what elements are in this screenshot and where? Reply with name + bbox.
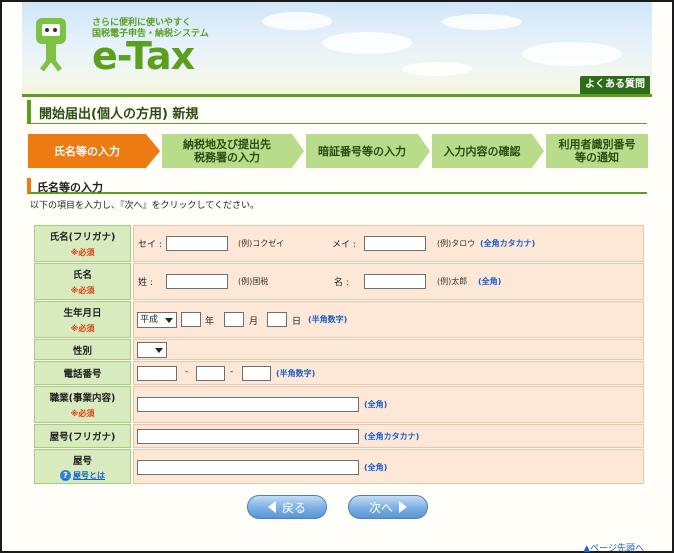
year-unit: 年 — [205, 317, 215, 327]
name-note: (全角) — [478, 277, 502, 286]
step-3: 暗証番号等の入力 — [306, 134, 418, 168]
name-field: 姓 : (例)国税 名 : (例)太郎 (全角) — [133, 263, 644, 300]
arrow-left-icon — [267, 501, 276, 513]
phone-dash: - — [230, 367, 234, 377]
back-button[interactable]: 戻る — [247, 495, 327, 519]
etax-logo-text: e-Tax — [92, 34, 195, 78]
required-mark: ※必須 — [70, 286, 95, 295]
mei-label: 名 : — [334, 278, 349, 288]
mei-kana-label: メイ : — [332, 240, 356, 250]
furigana-field: セイ : (例)コクゼイ メイ : (例)タロウ (全角カタカナ) — [133, 225, 644, 262]
form-row-phone: 電話番号 - - (半角数字) — [34, 361, 644, 385]
furigana-label: 氏名(フリガナ) ※必須 — [34, 225, 131, 262]
form-row-name: 氏名 ※必須 姓 : (例)国税 名 : (例)太郎 (全角) — [34, 263, 644, 300]
form-row-shop-kana: 屋号(フリガナ) (全角カタカナ) — [34, 424, 644, 448]
sei-kana-example: (例)コクゼイ — [238, 239, 285, 248]
phone-number-input[interactable] — [242, 366, 271, 381]
step-arrow — [532, 134, 544, 168]
step-1-active: 氏名等の入力 — [28, 134, 146, 168]
shop-field: (全角) — [133, 449, 644, 484]
cloud-decoration — [442, 14, 522, 30]
chevron-down-icon — [165, 318, 173, 323]
mei-input[interactable] — [364, 274, 426, 289]
required-mark: ※必須 — [70, 409, 95, 418]
birthdate-label: 生年月日 ※必須 — [34, 301, 131, 338]
step-4: 入力内容の確認 — [432, 134, 532, 168]
shop-note: (全角) — [364, 463, 388, 472]
sei-kana-input[interactable] — [166, 236, 228, 251]
mei-kana-input[interactable] — [364, 236, 426, 251]
shop-kana-note: (全角カタカナ) — [364, 432, 420, 441]
instruction-text: 以下の項目を入力し、『次へ』をクリックしてください。 — [30, 201, 259, 211]
occupation-label: 職業(事業内容) ※必須 — [34, 386, 131, 423]
site-header: さらに便利に使いやすく 国税電子申告・納税システム e-Tax よくある質問 — [22, 2, 652, 96]
month-unit: 月 — [249, 317, 259, 327]
birth-month-input[interactable] — [224, 312, 244, 327]
faq-link[interactable]: よくある質問 — [580, 76, 650, 94]
mei-example: (例)太郎 — [437, 277, 468, 286]
birthdate-field: 平成 年 月 日 (半角数字) — [133, 301, 644, 338]
arrow-right-icon — [399, 501, 407, 513]
form-row-gender: 性別 — [34, 339, 644, 360]
required-mark: ※必須 — [70, 324, 95, 333]
required-mark: ※必須 — [70, 248, 95, 257]
sei-kana-label: セイ : — [138, 240, 162, 250]
section-header: 氏名等の入力 — [27, 178, 647, 194]
occupation-field: (全角) — [133, 386, 644, 423]
step-arrow — [418, 134, 430, 168]
phone-note: (半角数字) — [276, 369, 316, 378]
cloud-decoration — [522, 42, 622, 66]
shop-kana-label: 屋号(フリガナ) — [34, 424, 131, 448]
section-title: 氏名等の入力 — [37, 181, 103, 194]
mei-kana-example: (例)タロウ — [437, 239, 476, 248]
birth-day-input[interactable] — [267, 312, 287, 327]
form-row-shop: 屋号 ? 屋号とは (全角) — [34, 449, 644, 484]
phone-area-input[interactable] — [137, 366, 177, 381]
page-title-bar: 開始届出(個人の方用) 新規 — [27, 100, 647, 124]
page-top-link[interactable]: ▲ページ先頭へ — [583, 541, 644, 553]
day-unit: 日 — [292, 317, 302, 327]
gender-select[interactable] — [137, 342, 167, 358]
sei-example: (例)国税 — [238, 277, 269, 286]
header-divider — [22, 94, 652, 97]
next-button[interactable]: 次へ — [348, 495, 428, 519]
shop-kana-field: (全角カタカナ) — [133, 424, 644, 448]
era-select[interactable]: 平成 — [137, 312, 177, 328]
help-icon: ? — [60, 469, 71, 481]
shop-input[interactable] — [137, 460, 359, 475]
progress-steps: 氏名等の入力 納税地及び提出先 税務署の入力 暗証番号等の入力 入力内容の確認 利… — [28, 134, 648, 168]
furigana-note: (全角カタカナ) — [480, 239, 536, 248]
form-row-birthdate: 生年月日 ※必須 平成 年 月 日 (半角数字) — [34, 301, 644, 338]
form-row-occupation: 職業(事業内容) ※必須 (全角) — [34, 386, 644, 423]
occupation-note: (全角) — [364, 400, 388, 409]
cloud-decoration — [262, 12, 332, 30]
page-title: 開始届出(個人の方用) 新規 — [39, 107, 199, 122]
shop-help-link[interactable]: ? 屋号とは — [60, 469, 105, 481]
step-2: 納税地及び提出先 税務署の入力 — [162, 134, 292, 168]
phone-label: 電話番号 — [34, 361, 131, 385]
phone-field: - - (半角数字) — [133, 361, 644, 385]
shop-label: 屋号 ? 屋号とは — [34, 449, 131, 484]
etax-mascot-icon — [36, 18, 66, 72]
sei-label: 姓 : — [138, 278, 153, 288]
birthdate-note: (半角数字) — [308, 315, 348, 324]
gender-field — [133, 339, 644, 360]
name-label: 氏名 ※必須 — [34, 263, 131, 300]
step-arrow — [146, 134, 160, 168]
phone-dash: - — [185, 367, 189, 377]
birth-year-input[interactable] — [181, 312, 201, 327]
step-5: 利用者識別番号 等の通知 — [546, 134, 648, 168]
gender-label: 性別 — [34, 339, 131, 360]
occupation-input[interactable] — [137, 397, 359, 412]
shop-kana-input[interactable] — [137, 429, 359, 444]
sei-input[interactable] — [166, 274, 228, 289]
phone-exchange-input[interactable] — [196, 366, 225, 381]
chevron-down-icon — [155, 348, 163, 353]
cloud-decoration — [322, 32, 412, 54]
form-row-furigana: 氏名(フリガナ) ※必須 セイ : (例)コクゼイ メイ : (例)タロウ (全… — [34, 225, 644, 262]
cloud-decoration — [402, 62, 472, 76]
step-arrow — [292, 134, 304, 168]
